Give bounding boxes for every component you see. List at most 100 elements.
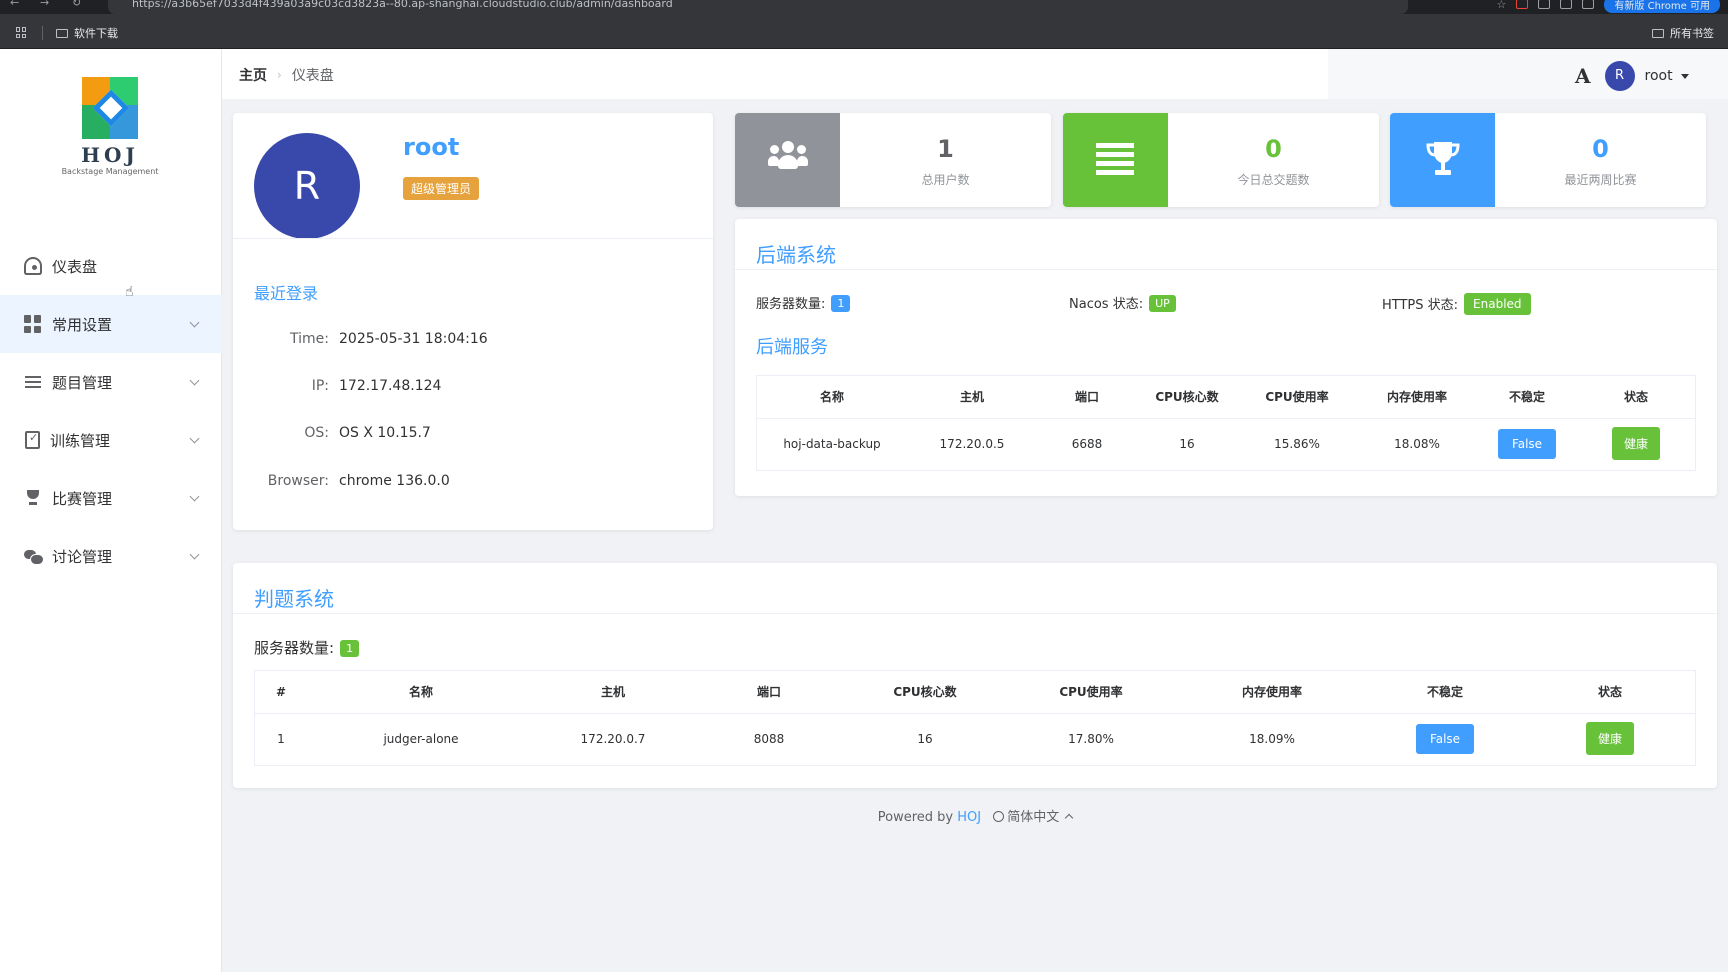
cell-cores: 16 bbox=[1179, 436, 1195, 451]
extension-icon[interactable] bbox=[1516, 0, 1529, 9]
sidebar-item-label: 讨论管理 bbox=[52, 547, 113, 566]
count-badge: 1 bbox=[831, 295, 851, 312]
unstable-button[interactable]: False bbox=[1415, 723, 1475, 754]
cell-status: 健康 bbox=[1525, 713, 1695, 764]
column-header: 内存使用率 bbox=[1179, 671, 1365, 714]
trophy-icon bbox=[24, 489, 42, 507]
unstable-button[interactable]: False bbox=[1497, 428, 1557, 459]
sidebar-item-training[interactable]: 训练管理 bbox=[0, 411, 222, 469]
cell-host: 172.20.0.5 bbox=[939, 436, 1005, 451]
star-icon[interactable]: ☆ bbox=[1497, 0, 1507, 11]
judge-server-count: 服务器数量: 1 bbox=[254, 637, 360, 658]
backend-server-count: 服务器数量: 1 bbox=[756, 293, 851, 312]
judge-system-card: 判题系统 服务器数量: 1 # 名称 主机 端口 CPU核心数 CPU使用率 内存… bbox=[233, 563, 1717, 788]
avatar[interactable]: R bbox=[1604, 61, 1635, 91]
font-size-icon[interactable]: A bbox=[1575, 64, 1591, 88]
cell-mem: 18.08% bbox=[1394, 436, 1440, 451]
apps-icon[interactable] bbox=[16, 27, 27, 38]
cell-name: judger-alone bbox=[383, 731, 459, 746]
sidebar-item-contests[interactable]: 比赛管理 bbox=[0, 469, 222, 527]
trophy-icon bbox=[1426, 142, 1460, 175]
all-bookmarks[interactable]: 所有书签 bbox=[1652, 25, 1714, 41]
powered-by-text: Powered by bbox=[877, 810, 954, 825]
extension-icon[interactable] bbox=[1560, 0, 1573, 9]
health-button[interactable]: 健康 bbox=[1611, 427, 1660, 461]
status-badge: Enabled bbox=[1464, 293, 1531, 315]
grid-icon bbox=[24, 315, 42, 333]
breadcrumb-home[interactable]: 主页 bbox=[239, 65, 267, 85]
bookmark-folder[interactable]: 软件下载 bbox=[56, 25, 118, 41]
judge-title: 判题系统 bbox=[254, 587, 334, 611]
health-button[interactable]: 健康 bbox=[1585, 722, 1634, 756]
column-header: 端口 bbox=[1037, 376, 1137, 419]
chevron-down-icon bbox=[189, 433, 200, 444]
back-icon[interactable]: ← bbox=[10, 0, 19, 8]
backend-services-title: 后端服务 bbox=[756, 337, 828, 358]
users-icon bbox=[768, 141, 808, 175]
language-selector[interactable]: 简体中文 bbox=[1007, 810, 1059, 825]
sidebar-item-label: 训练管理 bbox=[50, 431, 111, 450]
breadcrumb-separator-icon: › bbox=[277, 68, 282, 82]
backend-system-card: 后端系统 服务器数量: 1 Nacos 状态: UP HTTPS 状态: Enable… bbox=[735, 219, 1717, 496]
nacos-status: Nacos 状态: UP bbox=[1069, 293, 1176, 312]
username[interactable]: root bbox=[1645, 68, 1673, 84]
globe-icon bbox=[993, 811, 1005, 822]
cell-mem: 18.09% bbox=[1249, 731, 1295, 746]
sidebar-item-discussions[interactable]: 讨论管理 bbox=[0, 527, 222, 585]
extension-icon[interactable] bbox=[1582, 0, 1595, 9]
cell-host: 172.20.0.7 bbox=[580, 731, 646, 746]
role-badge: 超级管理员 bbox=[403, 177, 480, 200]
table-header: # 名称 主机 端口 CPU核心数 CPU使用率 内存使用率 不稳定 状态 bbox=[255, 671, 1695, 714]
bookmark-bar: 软件下载 所有书签 bbox=[0, 14, 1728, 49]
extension-icon[interactable] bbox=[1538, 0, 1551, 9]
sidebar-item-dashboard[interactable]: 仪表盘 bbox=[0, 237, 222, 295]
status-badge: UP bbox=[1149, 295, 1176, 312]
judge-servers-table: # 名称 主机 端口 CPU核心数 CPU使用率 内存使用率 不稳定 状态 1 … bbox=[254, 670, 1696, 766]
logo[interactable]: HOJ Backstage Management bbox=[60, 77, 160, 176]
login-field-value: 172.17.48.124 bbox=[339, 378, 442, 394]
stat-card-users: 1 总用户数 bbox=[735, 113, 1051, 207]
mouse-cursor-icon: ☝ bbox=[125, 284, 134, 300]
address-bar[interactable]: https://a3b65ef7033d4f439a03a9c03cd3823a… bbox=[108, 0, 1408, 14]
hoj-link[interactable]: HOJ bbox=[957, 810, 981, 825]
column-header: CPU核心数 bbox=[847, 671, 1003, 714]
login-field-key: OS: bbox=[304, 425, 329, 441]
divider bbox=[233, 238, 713, 239]
list-icon bbox=[24, 373, 42, 391]
login-field-key: Time: bbox=[290, 331, 329, 347]
cell-port: 8088 bbox=[753, 731, 785, 746]
hoj-logo-icon bbox=[82, 77, 138, 139]
sidebar-item-settings[interactable]: 常用设置 bbox=[0, 295, 222, 353]
breadcrumb: 主页 › 仪表盘 bbox=[239, 65, 334, 85]
column-header: 主机 bbox=[535, 671, 691, 714]
logo-subtitle: Backstage Management bbox=[61, 167, 159, 176]
sidebar-item-problems[interactable]: 题目管理 bbox=[0, 353, 222, 411]
reload-icon[interactable]: ↻ bbox=[72, 0, 81, 8]
forward-icon[interactable]: → bbox=[40, 0, 49, 8]
stat-value: 0 bbox=[1592, 135, 1609, 163]
login-field-value: chrome 136.0.0 bbox=[339, 473, 450, 489]
column-header: 端口 bbox=[691, 671, 847, 714]
https-status: HTTPS 状态: Enabled bbox=[1382, 293, 1531, 315]
sidebar-menu: 仪表盘 常用设置 题目管理 训练管理 比赛管理 讨论管理 bbox=[0, 237, 222, 585]
clipboard-icon bbox=[25, 431, 40, 449]
bookmark-divider bbox=[42, 26, 43, 40]
cell-unstable: False bbox=[1365, 713, 1525, 764]
chevron-up-icon[interactable] bbox=[1065, 813, 1074, 823]
stat-icon-box bbox=[735, 113, 840, 207]
stat-value: 0 bbox=[1265, 135, 1282, 163]
chevron-down-icon bbox=[189, 317, 200, 328]
column-header: 内存使用率 bbox=[1357, 376, 1477, 419]
stat-label: 今日总交题数 bbox=[1237, 173, 1310, 187]
recent-login-title: 最近登录 bbox=[254, 284, 319, 303]
column-header: CPU使用率 bbox=[1003, 671, 1179, 714]
caret-down-icon[interactable] bbox=[1680, 73, 1689, 79]
chrome-update-button[interactable]: 有新版 Chrome 可用 bbox=[1604, 0, 1720, 13]
sidebar-item-label: 仪表盘 bbox=[52, 257, 98, 276]
sidebar-item-label: 题目管理 bbox=[52, 373, 113, 392]
table-header: 名称 主机 端口 CPU核心数 CPU使用率 内存使用率 不稳定 状态 bbox=[757, 376, 1695, 419]
column-header: 状态 bbox=[1525, 671, 1695, 714]
divider bbox=[735, 269, 1717, 270]
logo-text: HOJ bbox=[81, 143, 139, 167]
stat-label: 最近两周比赛 bbox=[1564, 173, 1637, 187]
